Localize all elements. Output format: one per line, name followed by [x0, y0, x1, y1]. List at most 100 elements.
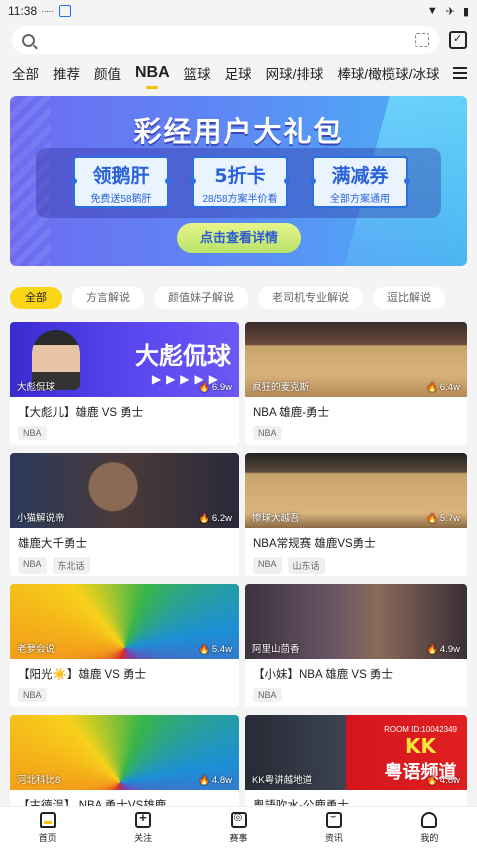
coupon-discount: 满减券 全部方案通用 — [310, 156, 410, 208]
nav-home[interactable]: 首页 — [0, 807, 95, 848]
fire-icon: 🔥 — [426, 775, 438, 785]
view-count: 🔥 6.4w — [427, 382, 460, 393]
chip-dialect[interactable]: 方言解说 — [72, 287, 144, 309]
view-count-value: 4.9w — [439, 644, 460, 655]
chip-girl-commentary[interactable]: 颜值妹子解说 — [154, 287, 248, 309]
nav-news[interactable]: 资讯 — [286, 807, 381, 848]
video-title: NBA 雄鹿-勇士 — [253, 407, 330, 419]
status-right: ▼ ✈ ▮ — [427, 5, 469, 18]
video-card[interactable]: 小猫解说帝 🔥 6.2w 雄鹿大千勇士 NBA 东北话 — [10, 453, 239, 576]
video-author: 河北科比8 — [17, 775, 61, 786]
view-count: 🔥 6.9w — [199, 382, 232, 393]
follow-icon — [135, 810, 152, 828]
video-author: 小猫解说帝 — [17, 513, 65, 524]
view-count-value: 5.7w — [439, 513, 460, 524]
airplane-icon: ✈ — [445, 5, 455, 18]
video-title: NBA常规赛 雄鹿VS勇士 — [253, 538, 376, 550]
nav-matches[interactable]: 赛事 — [191, 807, 286, 848]
video-thumbnail: 小猫解说帝 🔥 6.2w — [10, 453, 239, 528]
tab-nba[interactable]: NBA — [135, 64, 170, 82]
coupon-desc: 28/58方案半价看 — [202, 194, 278, 205]
nav-follow[interactable]: 关注 — [95, 807, 190, 848]
tab-basketball[interactable]: 篮球 — [184, 63, 211, 83]
coupon-desc: 全部方案通用 — [330, 194, 390, 205]
tab-baseball-rugby-hockey[interactable]: 棒球/橄榄球/冰球 — [337, 63, 439, 83]
video-card[interactable]: 惨球大越吾 🔥 5.7w NBA常规赛 雄鹿VS勇士 NBA 山东话 — [245, 453, 467, 576]
video-title: 【阳光☀️】雄鹿 VS 勇士 — [18, 669, 147, 681]
menu-icon[interactable] — [453, 67, 467, 79]
profile-icon — [421, 811, 438, 828]
app-notification-icon — [58, 5, 71, 17]
chip-pro-commentary[interactable]: 老司机专业解说 — [258, 287, 363, 309]
video-card[interactable]: 阿里山茴香 🔥 4.9w 【小妹】NBA 雄鹿 VS 勇士 NBA — [245, 584, 467, 707]
tab-football[interactable]: 足球 — [225, 63, 252, 83]
video-tag: NBA — [18, 426, 47, 440]
nav-mine[interactable]: 我的 — [382, 807, 477, 848]
coupon-title: 领鹅肝 — [92, 165, 150, 187]
coupon-goose-liver: 领鹅肝 免费送58鹅肝 — [71, 156, 171, 208]
view-count-value: 6.2w — [211, 513, 232, 524]
video-title: 雄鹿大千勇士 — [18, 538, 87, 550]
video-thumbnail: ROOM ID:10042349 KK 粤语频道 KK粤讲越地道 🔥 4.8w — [245, 715, 467, 790]
search-box[interactable] — [12, 26, 439, 54]
status-bar: 11:38 ····· ▼ ✈ ▮ — [0, 0, 477, 22]
banner-title: 彩经用户大礼包 — [133, 115, 344, 148]
fire-icon: 🔥 — [426, 382, 438, 392]
video-card[interactable]: 疯狂的麦克斯 🔥 6.4w NBA 雄鹿-勇士 NBA — [245, 322, 467, 445]
nav-label: 我的 — [420, 832, 439, 843]
view-count-value: 6.9w — [211, 382, 232, 393]
checkin-calendar-icon[interactable] — [449, 31, 467, 49]
view-count-value: 6.4w — [439, 382, 460, 393]
channel-logo-text: KK — [405, 734, 437, 758]
video-tags: NBA 山东话 — [245, 551, 467, 574]
video-card[interactable]: 大彪侃球 ▶▶▶▶▶ 大彪侃球 🔥 6.9w 【大彪儿】雄鹿 VS 勇士 NBA — [10, 322, 239, 445]
chip-all[interactable]: 全部 — [10, 287, 62, 309]
video-tag: NBA — [253, 688, 282, 702]
coupon-title: 满减券 — [331, 165, 389, 187]
battery-icon: ▮ — [462, 5, 469, 18]
tab-all[interactable]: 全部 — [12, 63, 39, 83]
nav-label: 首页 — [38, 832, 57, 843]
banner-details-button[interactable]: 点击查看详情 — [177, 223, 301, 253]
bottom-nav: 首页 关注 赛事 资讯 我的 — [0, 806, 477, 848]
coupon-title: 5折卡 — [214, 165, 266, 187]
video-tags: NBA — [245, 682, 467, 702]
tab-tennis-volleyball[interactable]: 网球/排球 — [266, 63, 324, 83]
filter-chips: 全部 方言解说 颜值妹子解说 老司机专业解说 逗比解说 — [10, 287, 445, 309]
coupon-half-price: 5折卡 28/58方案半价看 — [190, 156, 290, 208]
search-input[interactable] — [45, 32, 415, 48]
promo-banner[interactable]: 彩经用户大礼包 领鹅肝 免费送58鹅肝 5折卡 28/58方案半价看 满减券 全… — [10, 96, 467, 266]
video-tags: NBA — [10, 420, 239, 440]
video-tag: NBA — [18, 688, 47, 702]
video-thumbnail: 河北科比8 🔥 4.8w — [10, 715, 239, 790]
video-title: 【大彪儿】雄鹿 VS 勇士 — [18, 407, 144, 419]
match-icon — [230, 811, 247, 828]
view-count: 🔥 4.8w — [427, 775, 460, 786]
video-tag: NBA — [253, 557, 282, 574]
view-count-value: 4.8w — [439, 775, 460, 786]
video-tag: NBA — [18, 557, 47, 574]
view-count: 🔥 4.9w — [427, 644, 460, 655]
status-dots: ····· — [41, 5, 54, 17]
category-tabs: 全部 推荐 颜值 NBA 篮球 足球 网球/排球 棒球/橄榄球/冰球 — [0, 56, 477, 90]
fire-icon: 🔥 — [198, 644, 210, 654]
scan-icon[interactable] — [415, 33, 429, 47]
video-thumbnail: 惨球大越吾 🔥 5.7w — [245, 453, 467, 528]
video-author: 大彪侃球 — [17, 382, 56, 393]
view-count: 🔥 4.8w — [199, 775, 232, 786]
tab-looks[interactable]: 颜值 — [94, 63, 121, 83]
video-card[interactable]: 老萝会说 🔥 5.4w 【阳光☀️】雄鹿 VS 勇士 NBA — [10, 584, 239, 707]
tab-recommend[interactable]: 推荐 — [53, 63, 80, 83]
view-count-value: 4.8w — [211, 775, 232, 786]
video-tag: NBA — [253, 426, 282, 440]
video-author: KK粤讲越地道 — [252, 775, 313, 786]
coupon-desc: 免费送58鹅肝 — [90, 194, 152, 205]
video-author: 惨球大越吾 — [252, 513, 300, 524]
room-id: ROOM ID:10042349 — [384, 725, 457, 734]
video-author: 疯狂的麦克斯 — [252, 382, 310, 393]
chip-funny-commentary[interactable]: 逗比解说 — [373, 287, 445, 309]
view-count: 🔥 5.4w — [199, 644, 232, 655]
video-tags: NBA 东北话 — [10, 551, 239, 574]
video-tags: NBA — [10, 682, 239, 702]
video-thumbnail: 大彪侃球 ▶▶▶▶▶ 大彪侃球 🔥 6.9w — [10, 322, 239, 397]
